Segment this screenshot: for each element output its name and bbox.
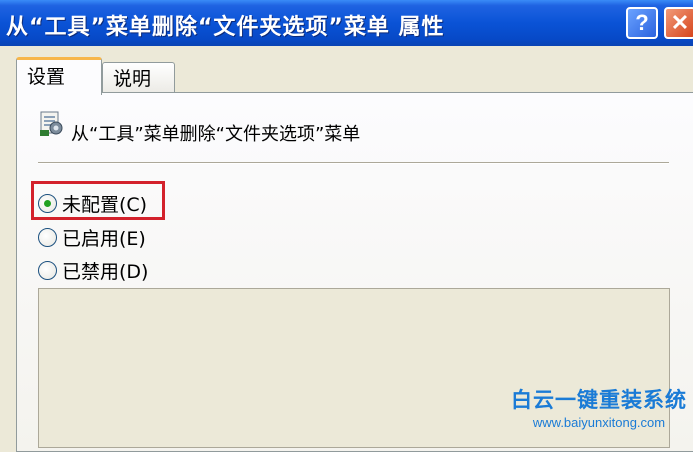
tab-settings[interactable]: 设置 xyxy=(16,57,102,95)
watermark: 白云一键重装系统 www.baiyunxitong.com xyxy=(511,384,687,430)
radio-disabled[interactable]: 已禁用(D) xyxy=(38,257,148,283)
radio-label-disabled: 已禁用(D) xyxy=(62,261,149,283)
help-button[interactable]: ? xyxy=(626,7,658,39)
radio-label-enabled: 已启用(E) xyxy=(62,228,146,250)
tab-settings-label: 设置 xyxy=(27,66,66,88)
policy-setting-icon xyxy=(40,111,63,136)
policy-title: 从“工具”菜单删除“文件夹选项”菜单 xyxy=(71,124,361,145)
close-button[interactable]: ✕ xyxy=(664,7,693,39)
separator xyxy=(38,162,669,164)
help-icon: ? xyxy=(635,10,649,35)
title-bar[interactable]: 从“工具”菜单删除“文件夹选项”菜单 属性 ? ✕ xyxy=(0,0,693,46)
watermark-title: 白云一键重装系统 xyxy=(511,388,687,412)
radio-button[interactable] xyxy=(38,228,57,247)
radio-enabled[interactable]: 已启用(E) xyxy=(38,224,146,250)
highlight-box xyxy=(31,181,165,220)
tab-explain[interactable]: 说明 xyxy=(102,62,175,92)
close-icon: ✕ xyxy=(670,10,690,35)
tab-explain-label: 说明 xyxy=(113,68,152,90)
watermark-url: www.baiyunxitong.com xyxy=(532,415,666,430)
radio-button[interactable] xyxy=(38,261,57,280)
window-title: 从“工具”菜单删除“文件夹选项”菜单 属性 xyxy=(6,15,445,40)
